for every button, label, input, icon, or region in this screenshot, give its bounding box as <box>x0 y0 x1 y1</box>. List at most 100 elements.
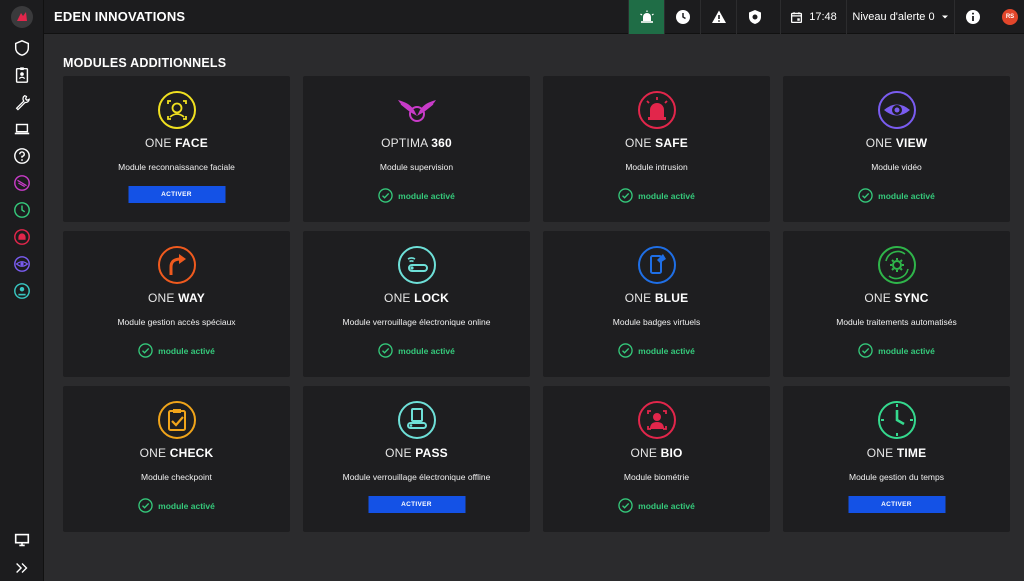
module-card-safe: ONE SAFE Module intrusion module activé <box>543 76 770 222</box>
module-name-brand: 360 <box>431 136 452 150</box>
biometric-icon <box>637 400 677 440</box>
module-name: ONE BIO <box>543 446 770 460</box>
module-name-brand: SAFE <box>655 136 688 150</box>
module-card-pass: ONE PASS Module verrouillage électronique… <box>303 386 530 532</box>
calendar-icon <box>791 11 803 23</box>
wrench-icon[interactable] <box>12 92 32 112</box>
alert-level-dropdown[interactable]: Niveau d'alerte 0 <box>846 0 954 34</box>
clipboard-check-icon <box>157 400 197 440</box>
module-description: Module intrusion <box>625 162 688 172</box>
module-description: Module verrouillage électronique online <box>342 317 491 327</box>
module-card-way: ONE WAY Module gestion accès spéciaux modu… <box>63 231 290 377</box>
module-card-blue: ONE BLUE Module badges virtuels module act… <box>543 231 770 377</box>
module-card-time: ONE TIME Module gestion du temps ACTIVER <box>783 386 1010 532</box>
check-circle-icon <box>378 188 393 203</box>
security-shield-icon[interactable] <box>736 0 772 34</box>
clock-icon <box>877 400 917 440</box>
module-active-status: module activé <box>303 343 530 358</box>
expand-icon[interactable] <box>12 558 32 578</box>
shield-icon[interactable] <box>12 38 32 58</box>
info-icon[interactable] <box>954 0 990 34</box>
module-active-label: module activé <box>878 345 935 356</box>
module-active-label: module activé <box>398 190 455 201</box>
check-circle-icon <box>138 343 153 358</box>
module-name-prefix: ONE <box>625 136 656 150</box>
module-description: Module biométrie <box>623 472 690 482</box>
module-name-brand: WAY <box>178 291 205 305</box>
module-name: ONE VIEW <box>783 136 1010 150</box>
module-name-brand: LOCK <box>414 291 449 305</box>
module-name-brand: BIO <box>660 446 683 460</box>
module-card-bio: ONE BIO Module biométrie module activé <box>543 386 770 532</box>
optima-icon[interactable] <box>12 173 32 193</box>
module-name: ONE BLUE <box>543 291 770 305</box>
wings-icon <box>397 90 437 130</box>
module-active-label: module activé <box>638 190 695 201</box>
time-text: 17:48 <box>809 11 837 23</box>
check-circle-icon <box>858 343 873 358</box>
modules-grid: ONE FACE Module reconnaissance faciale ACT… <box>63 76 1010 532</box>
module-card-check: ONE CHECK Module checkpoint module activé <box>63 386 290 532</box>
check-circle-icon <box>618 343 633 358</box>
avatar[interactable]: RS <box>1002 9 1018 25</box>
wireless-lock-icon <box>397 245 437 285</box>
module-active-status: module activé <box>543 343 770 358</box>
door-handle-icon <box>397 400 437 440</box>
user-circle-icon[interactable] <box>12 281 32 301</box>
module-name-prefix: ONE <box>865 136 896 150</box>
module-description: Module supervision <box>379 162 454 172</box>
module-active-label: module activé <box>638 500 695 511</box>
module-name-prefix: ONE <box>630 446 661 460</box>
logo-icon[interactable] <box>11 6 33 28</box>
phone-badge-icon <box>637 245 677 285</box>
module-name-brand: PASS <box>415 446 448 460</box>
sync-gear-icon <box>877 245 917 285</box>
module-name: ONE WAY <box>63 291 290 305</box>
module-name-brand: TIME <box>896 446 927 460</box>
alarm-bell-icon[interactable] <box>628 0 664 34</box>
module-name: OPTIMA 360 <box>303 136 530 150</box>
module-active-status: module activé <box>303 188 530 203</box>
module-description: Module badges virtuels <box>612 317 701 327</box>
module-name: ONE SAFE <box>543 136 770 150</box>
clock-icon[interactable] <box>12 200 32 220</box>
alert-level-text: Niveau d'alerte 0 <box>852 11 935 23</box>
sidebar <box>0 0 44 581</box>
module-active-status: module activé <box>63 343 290 358</box>
module-active-label: module activé <box>878 190 935 201</box>
module-name-brand: BLUE <box>654 291 689 305</box>
laptop-icon[interactable] <box>12 119 32 139</box>
page-title: MODULES ADDITIONNELS <box>63 56 227 70</box>
module-name-brand: VIEW <box>895 136 928 150</box>
help-icon[interactable] <box>12 146 32 166</box>
current-time: 17:48 <box>780 0 846 34</box>
module-active-status: module activé <box>543 188 770 203</box>
module-description: Module traitements automatisés <box>836 317 957 327</box>
face-scan-icon <box>157 90 197 130</box>
siren-icon <box>637 90 677 130</box>
module-card-face: ONE FACE Module reconnaissance faciale ACT… <box>63 76 290 222</box>
activate-button[interactable]: ACTIVER <box>848 496 945 513</box>
module-name-brand: SYNC <box>894 291 929 305</box>
check-circle-icon <box>138 498 153 513</box>
check-circle-icon <box>378 343 393 358</box>
activate-button[interactable]: ACTIVER <box>128 186 225 203</box>
warning-icon[interactable] <box>700 0 736 34</box>
alarm-icon[interactable] <box>12 227 32 247</box>
module-card-sync: ONE SYNC Module traitements automatisés mo… <box>783 231 1010 377</box>
module-name-prefix: ONE <box>148 291 179 305</box>
module-description: Module reconnaissance faciale <box>118 162 235 172</box>
module-name-prefix: ONE <box>385 446 416 460</box>
clock-icon[interactable] <box>664 0 700 34</box>
module-name: ONE PASS <box>303 446 530 460</box>
app-title: EDEN INNOVATIONS <box>54 9 186 24</box>
activate-button[interactable]: ACTIVER <box>368 496 465 513</box>
eye-icon[interactable] <box>12 254 32 274</box>
monitor-icon[interactable] <box>12 530 32 550</box>
chevron-down-icon <box>941 15 948 19</box>
badge-icon[interactable] <box>12 65 32 85</box>
module-name: ONE TIME <box>783 446 1010 460</box>
module-name-prefix: ONE <box>139 446 170 460</box>
module-card-view: ONE VIEW Module vidéo module activé <box>783 76 1010 222</box>
module-name: ONE LOCK <box>303 291 530 305</box>
